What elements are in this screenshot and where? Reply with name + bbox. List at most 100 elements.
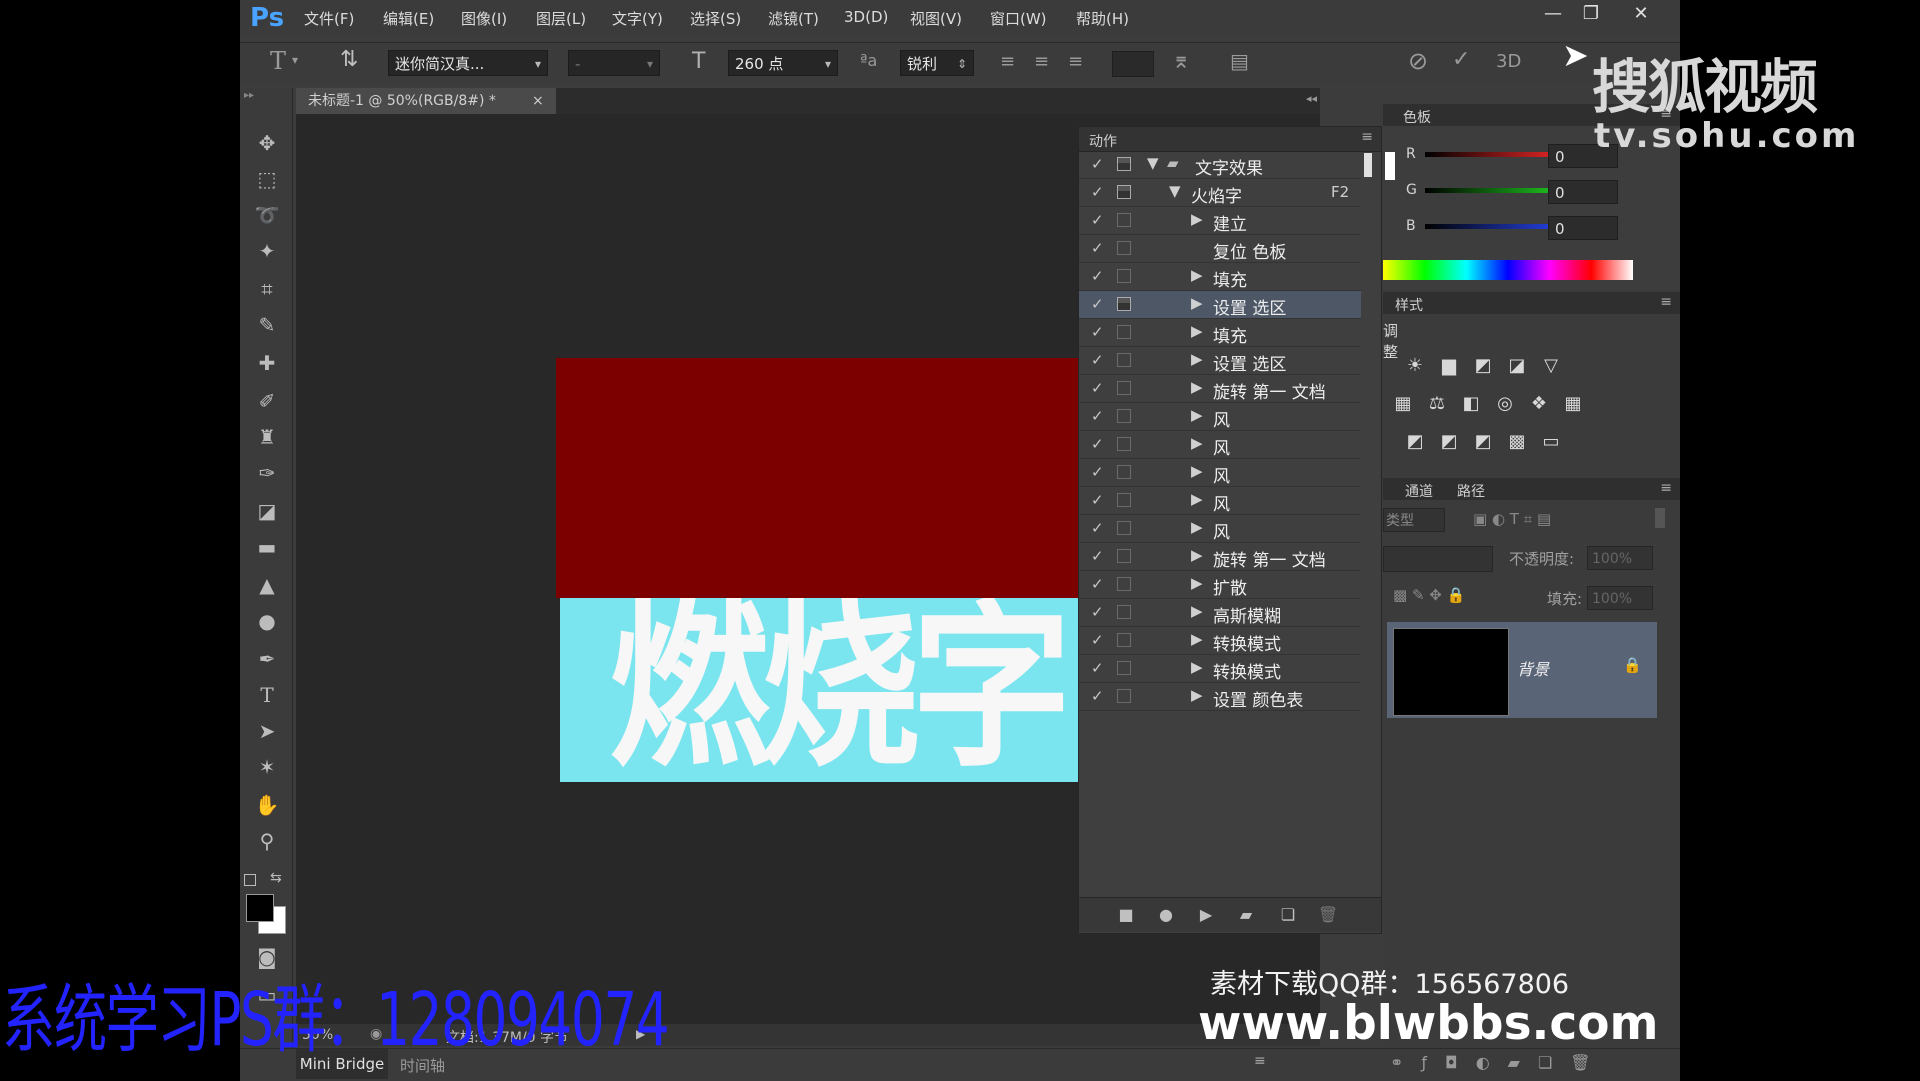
styles-tab[interactable]: 样式 [1395,295,1423,315]
toggle-checkmark-icon[interactable]: ✓ [1091,547,1104,565]
record-icon[interactable]: ● [1155,904,1177,926]
collapse-icon[interactable]: ▸▸ [244,90,254,101]
dodge-tool-icon[interactable]: ● [254,608,280,634]
menu-help[interactable]: 帮助(H) [1076,8,1129,29]
menu-select[interactable]: 选择(S) [690,8,741,29]
black-white-icon[interactable]: ◧ [1459,392,1483,416]
dialog-toggle[interactable] [1117,409,1131,423]
toggle-checkmark-icon[interactable]: ✓ [1091,603,1104,621]
panel-menu-icon[interactable]: ≡ [1254,1053,1266,1069]
toggle-checkmark-icon[interactable]: ✓ [1091,323,1104,341]
collapse-triangle-icon[interactable]: ▼ [1147,154,1159,172]
dialog-toggle[interactable] [1117,493,1131,507]
warp-text-icon[interactable]: ⌆ [1172,49,1190,74]
stamp-tool-icon[interactable]: ♜ [254,424,280,450]
layer-filter-icons[interactable]: ▣ ◐ T ⌗ ▤ [1473,510,1551,528]
action-row[interactable]: ✓ ▶ 风 [1079,487,1361,515]
threshold-icon[interactable]: ◩ [1471,430,1495,454]
lasso-tool-icon[interactable]: ➰ [254,202,280,228]
photo-filter-icon[interactable]: ◎ [1493,392,1517,416]
panel-menu-icon[interactable]: ≡ [1361,129,1373,145]
history-brush-icon[interactable]: ✑ [254,460,280,486]
action-row[interactable]: ✓ ▼ ▰ 文字效果 [1079,151,1361,179]
healing-brush-icon[interactable]: ✚ [254,350,280,376]
default-colors-icon[interactable] [244,874,256,886]
marquee-tool-icon[interactable]: ⬚ [254,166,280,192]
color-balance-icon[interactable]: ⚖ [1425,392,1449,416]
scrollbar-thumb[interactable] [1655,508,1665,528]
dialog-toggle[interactable] [1117,465,1131,479]
dialog-toggle[interactable] [1117,241,1131,255]
trash-icon[interactable]: 🗑 [1317,904,1339,926]
eraser-tool-icon[interactable]: ◪ [254,498,280,524]
menu-type[interactable]: 文字(Y) [612,8,663,29]
toggle-checkmark-icon[interactable]: ✓ [1091,407,1104,425]
dialog-toggle[interactable] [1117,185,1131,199]
actions-panel-title[interactable]: 动作 [1089,131,1117,151]
expand-triangle-icon[interactable]: ▶ [1191,658,1203,676]
action-row[interactable]: ✓ ▶ 风 [1079,431,1361,459]
dialog-toggle[interactable] [1117,381,1131,395]
expand-triangle-icon[interactable]: ▶ [1191,378,1203,396]
expand-triangle-icon[interactable]: ▶ [1191,406,1203,424]
dialog-toggle[interactable] [1117,325,1131,339]
fill-field[interactable]: 100% [1587,586,1653,610]
swap-colors-icon[interactable]: ⇆ [270,870,282,886]
chevron-down-icon[interactable]: ▾ [292,53,298,67]
restore-button[interactable]: ❐ [1574,2,1608,26]
close-button[interactable]: ✕ [1624,2,1658,26]
action-row[interactable]: ✓ ▼ 火焰字 F2 [1079,179,1361,207]
menu-image[interactable]: 图像(I) [461,8,507,29]
layer-row-background[interactable]: 背景 🔒 [1387,622,1657,718]
play-icon[interactable]: ▶ [1195,904,1217,926]
toggle-checkmark-icon[interactable]: ✓ [1091,463,1104,481]
menu-view[interactable]: 视图(V) [910,8,962,29]
blend-mode-select[interactable] [1383,546,1493,572]
menu-filter[interactable]: 滤镜(T) [768,8,819,29]
dialog-toggle[interactable] [1117,549,1131,563]
action-row[interactable]: ✓ ▶ 扩散 [1079,571,1361,599]
foreground-swatch[interactable] [1385,152,1395,180]
toggle-checkmark-icon[interactable]: ✓ [1091,379,1104,397]
panel-menu-icon[interactable]: ≡ [1660,480,1672,496]
vibrance-icon[interactable]: ▽ [1539,354,1563,378]
dialog-toggle[interactable] [1117,577,1131,591]
toggle-checkmark-icon[interactable]: ✓ [1091,295,1104,313]
action-row[interactable]: ✓ ▶ 转换模式 [1079,627,1361,655]
action-row[interactable]: ✓ ▶ 建立 [1079,207,1361,235]
document-tab[interactable]: 未标题-1 @ 50%(RGB/8#) * × [296,88,556,114]
menu-window[interactable]: 窗口(W) [990,8,1047,29]
dialog-toggle[interactable] [1117,157,1131,171]
align-left-icon[interactable]: ≡ [1000,51,1015,72]
layer-kind-filter[interactable]: 类型 [1383,508,1445,532]
action-row[interactable]: ✓ ▶ 风 [1079,403,1361,431]
hand-tool-icon[interactable]: ✋ [254,792,280,818]
zoom-tool-icon[interactable]: ⚲ [254,828,280,854]
type-tool-icon[interactable]: T [254,682,280,708]
brush-tool-icon[interactable]: ✐ [254,388,280,414]
scrollbar-thumb[interactable] [1364,153,1372,177]
expand-triangle-icon[interactable]: ▶ [1191,546,1203,564]
antialias-select[interactable]: 锐利 ⇕ [900,50,974,76]
path-select-icon[interactable]: ➤ [254,718,280,744]
minimize-button[interactable]: — [1536,2,1570,26]
dialog-toggle[interactable] [1117,297,1131,311]
magic-wand-icon[interactable]: ✦ [254,238,280,264]
expand-triangle-icon[interactable]: ▶ [1191,518,1203,536]
color-spectrum[interactable] [1383,260,1633,280]
new-action-icon[interactable]: ❏ [1277,904,1299,926]
color-panel-title[interactable]: 色板 [1403,107,1431,127]
dialog-toggle[interactable] [1117,689,1131,703]
action-row[interactable]: ✓ ▶ 转换模式 [1079,655,1361,683]
expand-triangle-icon[interactable]: ▶ [1191,350,1203,368]
dialog-toggle[interactable] [1117,661,1131,675]
invert-icon[interactable]: ◩ [1403,430,1427,454]
action-row[interactable]: ✓ ▶ 风 [1079,515,1361,543]
text-orientation-icon[interactable]: ⇅ [340,47,358,72]
menu-3d[interactable]: 3D(D) [844,8,888,26]
action-row[interactable]: ✓ ▶ 设置 选区 [1079,347,1361,375]
3d-button[interactable]: 3D [1496,51,1521,72]
move-tool-icon[interactable]: ✥ [254,130,280,156]
pen-tool-icon[interactable]: ✒ [254,646,280,672]
crop-tool-icon[interactable]: ⌗ [254,276,280,302]
